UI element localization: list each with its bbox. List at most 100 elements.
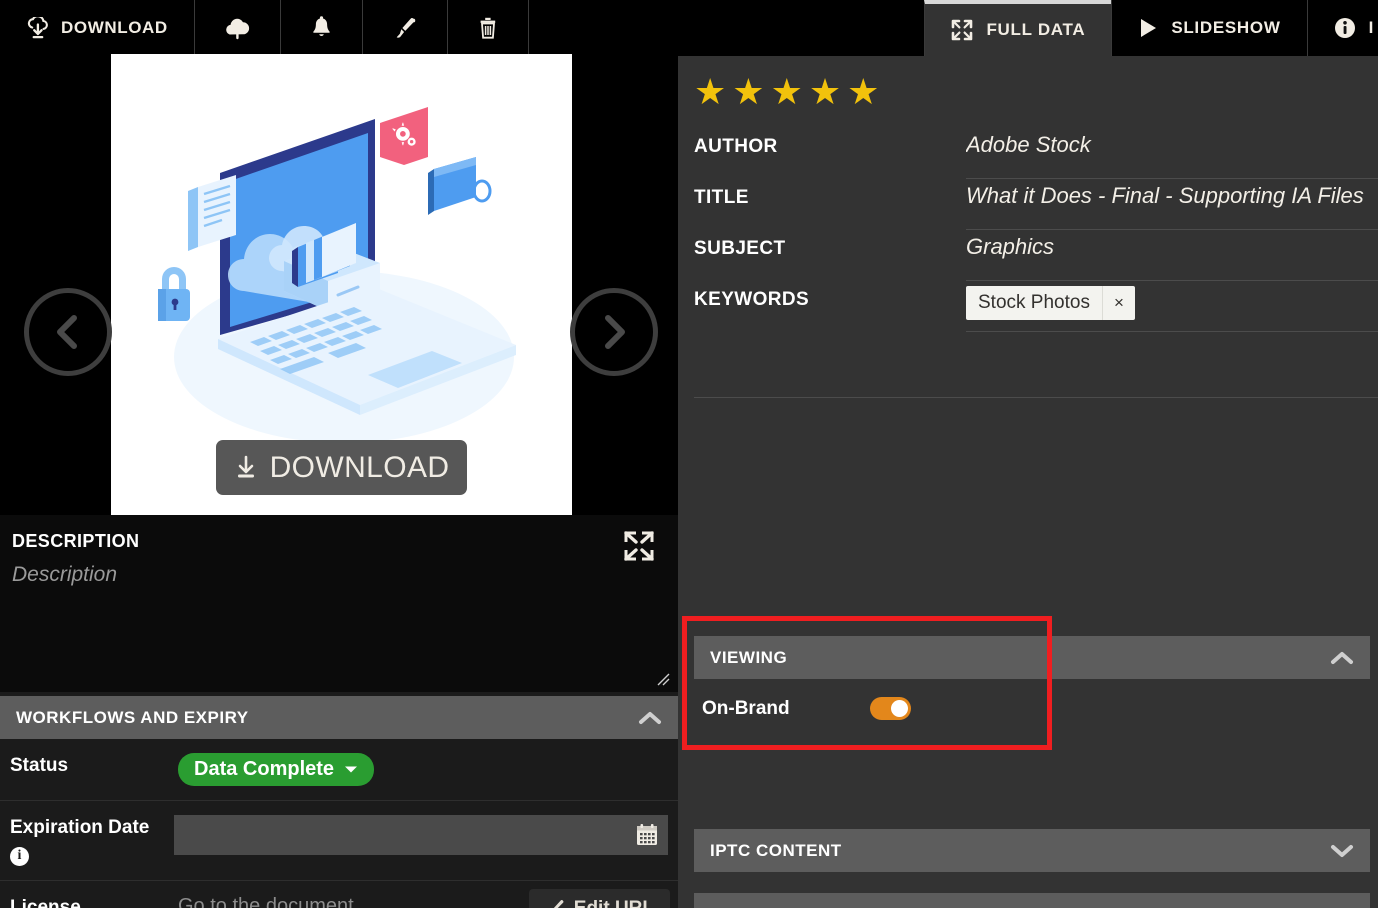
previous-asset-button[interactable]: [24, 288, 112, 376]
subject-label: SUBJECT: [694, 238, 786, 259]
iptc-contact-title: IPTC CONTACT: [710, 905, 841, 908]
play-icon: [1138, 17, 1158, 39]
expiration-date-value-cell: [174, 815, 678, 855]
next-asset-button[interactable]: [570, 288, 658, 376]
workflows-section: WORKFLOWS AND EXPIRY Status Data Complet…: [0, 696, 678, 908]
subject-value[interactable]: Graphics: [966, 234, 1054, 259]
keyword-chip-remove-icon[interactable]: ×: [1101, 286, 1135, 320]
viewing-section-header[interactable]: VIEWING: [694, 636, 1370, 679]
metadata-row-subject: SUBJECT Graphics: [694, 230, 1378, 281]
info-circle-icon[interactable]: i: [10, 846, 29, 866]
iptc-contact-header[interactable]: IPTC CONTACT: [694, 893, 1370, 908]
license-url-link[interactable]: Go to the document: [178, 895, 354, 908]
status-badge[interactable]: Data Complete: [178, 753, 375, 786]
expiration-date-label-text: Expiration Date: [10, 817, 150, 838]
expiration-date-row: Expiration Date i: [0, 801, 678, 882]
chevron-up-icon[interactable]: [638, 710, 662, 726]
star-icon[interactable]: ★: [771, 74, 803, 110]
delete-button[interactable]: [447, 0, 529, 56]
description-section: DESCRIPTION Description: [0, 515, 678, 692]
trash-icon: [478, 16, 498, 40]
metadata-row-title: TITLE What it Does - Final - Supporting …: [694, 179, 1378, 230]
metadata-fields: AUTHOR Adobe Stock TITLE What it Does - …: [694, 128, 1378, 332]
star-icon[interactable]: ★: [732, 74, 764, 110]
description-input[interactable]: Description: [12, 563, 117, 587]
iptc-content-section: IPTC CONTENT: [694, 829, 1370, 872]
preview-download-label: DOWNLOAD: [269, 450, 450, 484]
cloud-download-icon: [26, 17, 50, 39]
expiration-date-input[interactable]: [174, 815, 668, 855]
rating-stars[interactable]: ★ ★ ★ ★ ★: [694, 74, 879, 110]
paintbrush-icon: [393, 16, 417, 40]
iptc-contact-section: IPTC CONTACT: [694, 893, 1370, 908]
chevron-down-icon[interactable]: [1330, 843, 1354, 859]
author-label: AUTHOR: [694, 136, 778, 157]
tab-full-data[interactable]: FULL DATA: [924, 0, 1112, 56]
expand-corners-icon[interactable]: [621, 529, 657, 563]
cloud-upload-icon: [225, 16, 250, 40]
toolbar-right-group: FULL DATA SLIDESHOW I: [924, 0, 1378, 56]
edit-url-button[interactable]: Edit URL: [528, 889, 670, 908]
viewing-section-title: VIEWING: [710, 647, 788, 667]
star-icon[interactable]: ★: [847, 74, 879, 110]
workflows-section-header[interactable]: WORKFLOWS AND EXPIRY: [0, 696, 678, 739]
status-label: Status: [10, 755, 69, 776]
keyword-chip-label[interactable]: Stock Photos: [966, 286, 1102, 320]
resize-handle-icon[interactable]: [654, 670, 670, 686]
viewing-section: VIEWING On-Brand: [694, 636, 1370, 742]
keywords-value-cell[interactable]: Stock Photos ×: [966, 281, 1378, 332]
edit-url-button-label: Edit URL: [574, 898, 654, 908]
status-row: Status Data Complete: [0, 739, 678, 801]
asset-detail-screen: DOWNLOAD FULL DATA SLIDESHOW I DOWNLOAD …: [0, 0, 1378, 908]
tab-info[interactable]: I: [1306, 0, 1378, 56]
star-icon[interactable]: ★: [809, 74, 841, 110]
keyword-chip: Stock Photos ×: [966, 286, 1135, 320]
upload-button[interactable]: [194, 0, 281, 56]
caret-down-icon: [344, 765, 358, 774]
pencil-icon: [545, 899, 565, 908]
toolbar-left-group: DOWNLOAD: [0, 0, 529, 56]
metadata-divider: [694, 397, 1378, 398]
chevron-left-icon: [51, 312, 85, 352]
metadata-row-keywords: KEYWORDS Stock Photos ×: [694, 281, 1378, 332]
author-value-cell: Adobe Stock: [966, 128, 1378, 179]
expand-arrows-icon: [951, 19, 973, 41]
license-url-label-text: License Document URL: [10, 897, 81, 908]
download-icon: [234, 455, 258, 481]
tab-slideshow-label: SLIDESHOW: [1171, 18, 1281, 37]
preview-download-button[interactable]: DOWNLOAD: [216, 440, 467, 495]
info-icon: [1334, 17, 1356, 39]
license-url-label: License Document URL i: [0, 895, 178, 908]
top-toolbar: DOWNLOAD FULL DATA SLIDESHOW I: [0, 0, 1378, 56]
title-value[interactable]: What it Does - Final - Supporting IA Fil…: [966, 183, 1364, 208]
left-panel: DOWNLOAD DESCRIPTION Description WORKFLO…: [0, 54, 678, 908]
expiration-date-label: Expiration Date i: [0, 815, 174, 866]
iptc-content-header[interactable]: IPTC CONTENT: [694, 829, 1370, 872]
download-button[interactable]: DOWNLOAD: [0, 0, 195, 56]
status-value-cell: Data Complete: [178, 753, 678, 786]
license-url-value-cell: Go to the document Edit URL: [178, 889, 678, 908]
edit-brush-button[interactable]: [362, 0, 448, 56]
bell-icon: [311, 16, 332, 40]
tab-full-data-label: FULL DATA: [986, 20, 1086, 39]
toggle-knob: [891, 700, 908, 717]
on-brand-label: On-Brand: [702, 697, 790, 719]
tab-info-label: I: [1368, 18, 1374, 37]
on-brand-toggle[interactable]: [870, 697, 911, 720]
subject-value-cell: Graphics: [966, 230, 1378, 281]
title-label: TITLE: [694, 187, 749, 208]
status-badge-label: Data Complete: [194, 758, 335, 780]
star-icon[interactable]: ★: [694, 74, 726, 110]
metadata-row-author: AUTHOR Adobe Stock: [694, 128, 1378, 179]
title-value-cell: What it Does - Final - Supporting IA Fil…: [966, 179, 1378, 230]
iptc-content-title: IPTC CONTENT: [710, 840, 842, 860]
keywords-label: KEYWORDS: [694, 289, 810, 310]
tab-slideshow[interactable]: SLIDESHOW: [1111, 0, 1307, 56]
calendar-icon[interactable]: [636, 823, 658, 847]
license-url-row: License Document URL i Go to the documen…: [0, 881, 678, 908]
chevron-up-icon[interactable]: [1330, 650, 1354, 666]
author-value[interactable]: Adobe Stock: [966, 132, 1091, 157]
asset-preview: DOWNLOAD: [0, 54, 678, 515]
notifications-button[interactable]: [280, 0, 363, 56]
workflows-section-title: WORKFLOWS AND EXPIRY: [16, 707, 249, 727]
